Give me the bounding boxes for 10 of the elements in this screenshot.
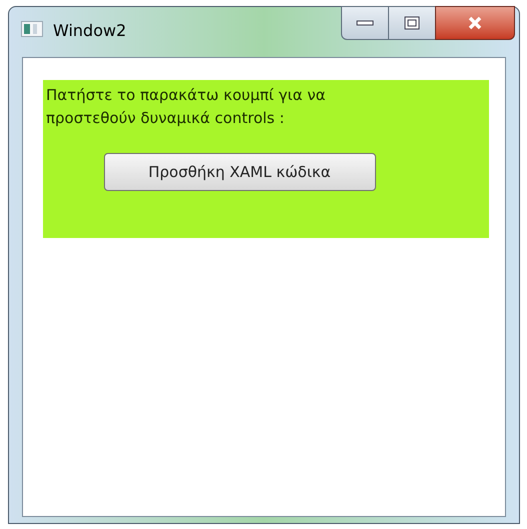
minimize-button[interactable] (341, 6, 389, 40)
close-icon (467, 16, 483, 30)
close-button[interactable] (435, 6, 515, 40)
minimize-icon (356, 20, 374, 26)
add-xaml-button[interactable]: Προσθήκη XAML κώδικα (104, 153, 376, 191)
maximize-icon (404, 16, 420, 30)
app-icon (21, 21, 43, 37)
window-title: Window2 (53, 20, 126, 42)
maximize-button[interactable] (389, 6, 435, 40)
instruction-text: Πατήστε το παρακάτω κουμπί για να προστεθούν δυναμικά controls : (46, 85, 326, 129)
